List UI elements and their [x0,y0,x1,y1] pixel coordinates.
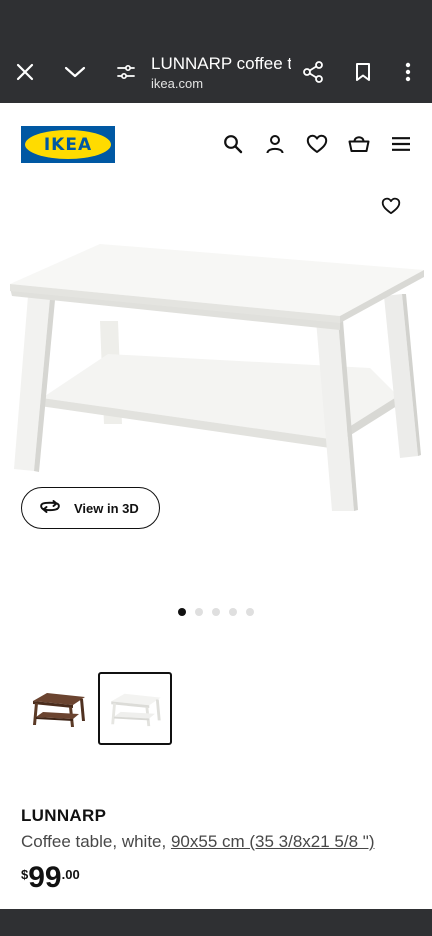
product-name: LUNNARP [21,806,107,825]
ikea-logo[interactable]: IKEA [21,126,115,163]
share-button[interactable] [291,50,335,94]
site-header: IKEA [0,103,432,185]
price-currency: $ [21,867,29,882]
thumbnail-white-variant[interactable] [98,672,172,745]
heart-icon [306,134,328,153]
page-url: ikea.com [151,76,204,91]
account-icon [266,135,284,154]
white-table-thumbnail [111,693,161,726]
cart-icon [348,136,370,152]
bookmark-button[interactable] [341,50,385,94]
cart-button[interactable] [342,127,376,161]
price-decimal: .00 [61,867,80,882]
bookmark-icon [356,63,370,81]
logo-oval: IKEA [25,130,111,159]
tune-icon [117,64,135,80]
carousel-dot[interactable] [246,608,254,616]
menu-button[interactable] [384,127,418,161]
carousel-indicator [178,608,254,618]
account-button[interactable] [258,127,292,161]
chevron-down-icon [64,66,86,78]
view-in-3d-button[interactable]: View in 3D [21,487,160,529]
product-description: Coffee table, white, 90x55 cm (35 3/8x21… [21,832,375,852]
favourites-button[interactable] [300,127,334,161]
more-options-button[interactable] [386,50,430,94]
search-icon [224,135,243,154]
minimize-tab-button[interactable] [53,50,97,94]
product-price: $ 99 .00 [21,860,80,896]
view-in-3d-label: View in 3D [74,500,139,516]
brown-table-thumbnail [33,692,85,727]
product-dimensions-link[interactable]: 90x55 cm (35 3/8x21 5/8 ") [171,832,375,851]
product-type: Coffee table, white, [21,832,171,851]
more-vert-icon [405,62,411,82]
logo-text: IKEA [43,134,93,155]
site-settings-button[interactable] [104,50,148,94]
product-image[interactable] [0,226,432,526]
close-tab-button[interactable] [3,50,47,94]
close-icon [16,63,34,81]
carousel-dot[interactable] [229,608,237,616]
search-button[interactable] [216,127,250,161]
carousel-dot[interactable] [212,608,220,616]
heart-icon [381,197,401,215]
rotate-3d-icon [40,500,60,513]
tab-title-block: LUNNARP coffee table, white, 90x55 cm (3… [151,53,291,93]
carousel-dot[interactable] [195,608,203,616]
save-to-favourites-button[interactable] [373,188,409,224]
page: LUNNARP coffee table, white, 90x55 cm (3… [0,0,432,936]
menu-icon [392,137,410,151]
thumbnail-brown-variant[interactable] [21,672,95,745]
page-title: LUNNARP coffee table, white, 90x55 cm (3… [151,54,291,73]
system-navigation-bar [0,909,432,936]
share-icon [303,61,323,83]
carousel-dot[interactable] [178,608,186,616]
price-integer: 99 [28,861,62,894]
browser-toolbar: LUNNARP coffee table, white, 90x55 cm (3… [0,0,432,103]
